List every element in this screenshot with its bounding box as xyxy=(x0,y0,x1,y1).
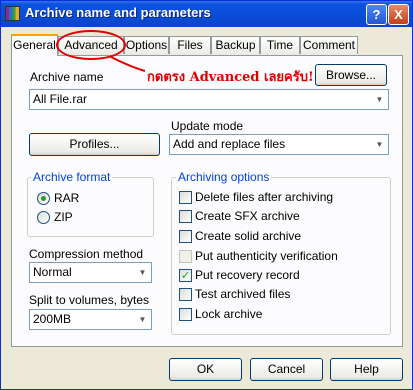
dialog-window: Archive name and parameters ? X Archive … xyxy=(0,0,413,390)
annotation-arrow xyxy=(110,56,146,72)
annotation-text: กดตรง Advanced เลยครับ! xyxy=(147,70,314,85)
